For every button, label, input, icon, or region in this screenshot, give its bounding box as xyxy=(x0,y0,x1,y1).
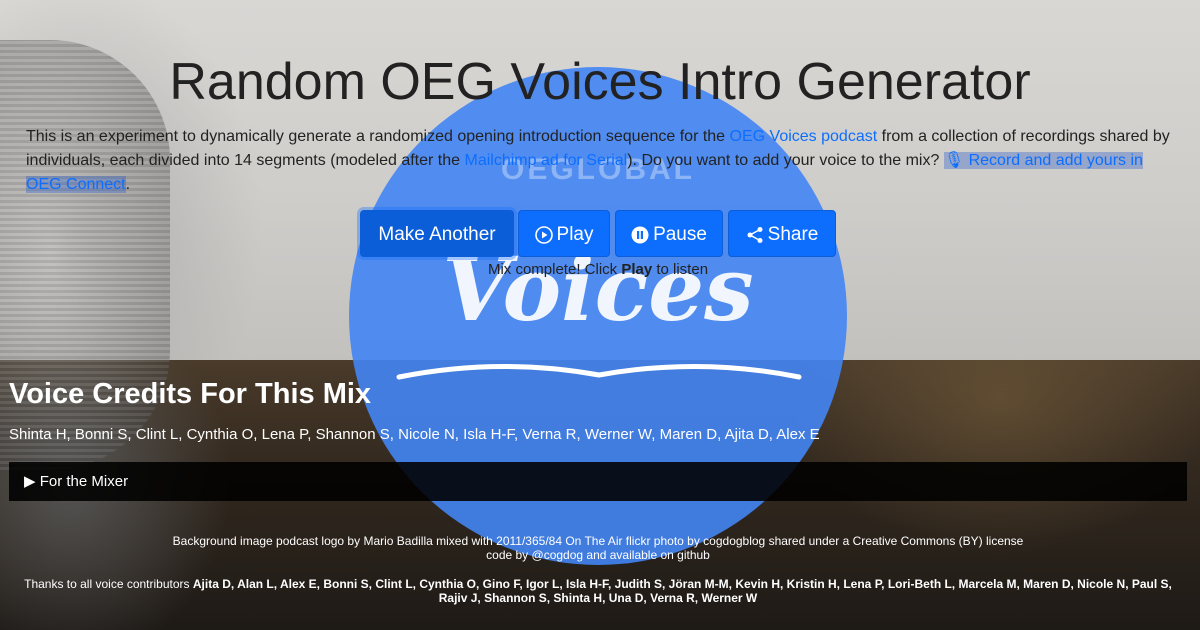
make-another-button[interactable]: Make Another xyxy=(360,210,514,257)
pause-circle-icon xyxy=(631,226,649,244)
button-row: Make Another Play Pause Share xyxy=(360,210,840,258)
intro-text: . xyxy=(125,176,131,193)
pause-button[interactable]: Pause xyxy=(615,210,723,257)
microphone-icon: 🎙 xyxy=(943,152,965,169)
share-label: Share xyxy=(767,224,819,245)
mix-status: Mix complete! Click Play to listen xyxy=(0,261,1196,278)
credits-names: Shinta H, Bonni S, Clint L, Cynthia O, L… xyxy=(9,426,820,443)
footer-credit-line: Background image podcast logo by Mario B… xyxy=(172,534,1024,548)
page-title: Random OEG Voices Intro Generator xyxy=(169,53,1031,111)
for-the-mixer-toggle[interactable]: ▶ For the Mixer xyxy=(9,462,1187,501)
footer-thanks: Thanks to all voice contributors Ajita D… xyxy=(0,577,1196,605)
pause-label: Pause xyxy=(653,224,707,245)
intro-text: ). Do you want to add your voice to the … xyxy=(627,152,944,169)
play-label: Play xyxy=(556,224,594,245)
share-button[interactable]: Share xyxy=(728,210,836,257)
status-prefix: Mix complete! Click xyxy=(487,261,622,278)
intro-paragraph: This is an experiment to dynamically gen… xyxy=(26,125,1176,197)
triangle-right-icon: ▶ xyxy=(24,473,36,490)
play-button[interactable]: Play xyxy=(518,210,610,257)
make-another-label: Make Another xyxy=(378,224,496,245)
open-book-icon xyxy=(396,363,802,380)
thanks-prefix: Thanks to all voice contributors xyxy=(24,577,193,591)
intro-text: This is an experiment to dynamically gen… xyxy=(26,128,730,145)
thanks-names: Ajita D, Alan L, Alex E, Bonni S, Clint … xyxy=(192,577,1172,605)
play-circle-icon xyxy=(534,226,553,244)
footer-code-line: code by @cogdog and available on github xyxy=(486,548,710,562)
status-suffix: to listen xyxy=(652,261,709,278)
credits-heading: Voice Credits For This Mix xyxy=(9,378,372,410)
mailchimp-link[interactable]: Mailchimp ad for Serial xyxy=(464,152,627,169)
mixer-label: For the Mixer xyxy=(39,473,129,490)
status-bold: Play xyxy=(621,261,653,278)
share-icon xyxy=(747,226,763,243)
podcast-link[interactable]: OEG Voices podcast xyxy=(730,128,878,145)
